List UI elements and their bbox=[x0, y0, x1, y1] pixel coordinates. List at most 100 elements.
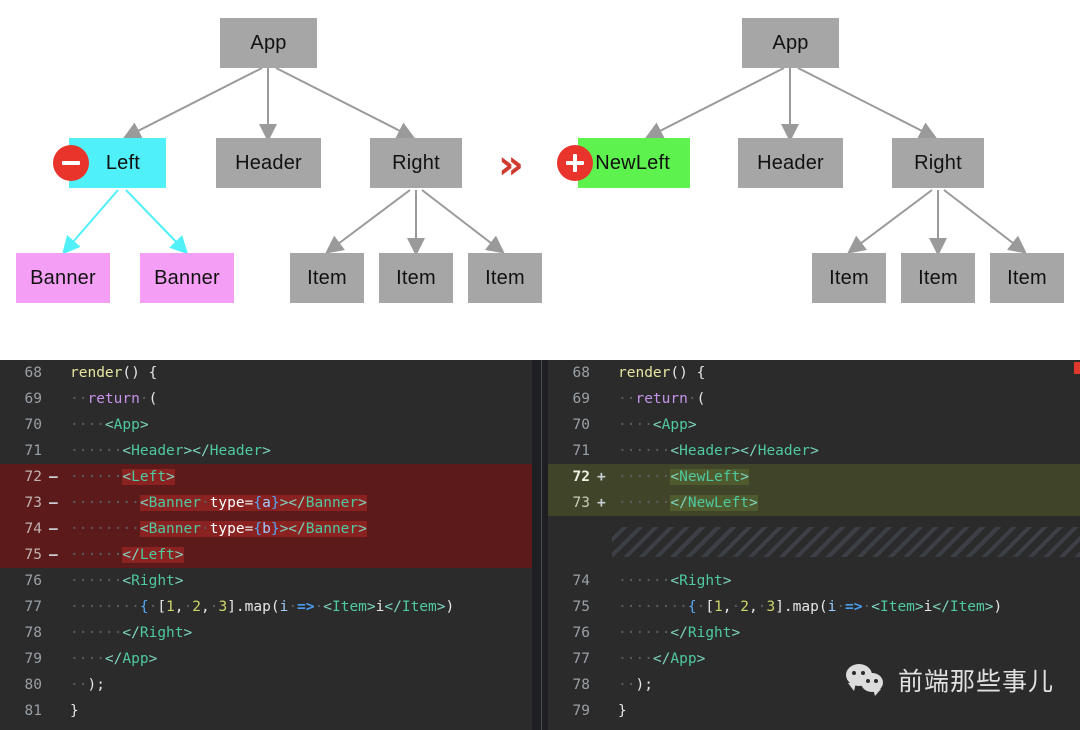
code-line[interactable]: 75 ········{·[1,·2,·3].map(i·=>·<Item>i<… bbox=[548, 594, 1080, 620]
code-lines-before: 68 render() { 69 ··return·( 70 ····<App>… bbox=[0, 360, 532, 724]
node-label: Item bbox=[918, 266, 958, 289]
wechat-bubble-small bbox=[860, 673, 883, 696]
code-line[interactable]: 70 ····<App> bbox=[548, 412, 1080, 438]
code-line[interactable]: 71 ······<Header></Header> bbox=[0, 438, 532, 464]
code-text: ······<Right> bbox=[70, 573, 184, 589]
tree-node-item-left-2[interactable]: Item bbox=[379, 253, 453, 303]
code-line-placeholder bbox=[548, 516, 1080, 568]
node-label: Item bbox=[485, 266, 525, 289]
code-line[interactable]: 71 ······<Header></Header> bbox=[548, 438, 1080, 464]
code-line[interactable]: 77 ········{·[1,·2,·3].map(i·=>·<Item>i<… bbox=[0, 594, 532, 620]
line-number: 75 bbox=[572, 599, 590, 615]
plus-badge-icon[interactable] bbox=[557, 145, 593, 181]
code-text: ··); bbox=[70, 677, 105, 693]
node-label: NewLeft bbox=[595, 151, 670, 174]
code-text: ······</Left> bbox=[70, 547, 184, 563]
pane-divider bbox=[532, 360, 548, 730]
tree-node-newleft[interactable]: NewLeft bbox=[578, 138, 690, 188]
node-label: Item bbox=[1007, 266, 1047, 289]
line-number: 73 bbox=[572, 495, 590, 511]
code-text: } bbox=[70, 703, 79, 719]
wechat-dot bbox=[851, 671, 856, 675]
code-line-added[interactable]: 72 + ······<NewLeft> bbox=[548, 464, 1080, 490]
line-number: 71 bbox=[24, 443, 42, 459]
line-number: 79 bbox=[24, 651, 42, 667]
tree-node-item-right-2[interactable]: Item bbox=[901, 253, 975, 303]
line-number: 75 bbox=[24, 547, 42, 563]
empty-diff-hatch bbox=[612, 527, 1080, 557]
diff-sign: – bbox=[49, 495, 58, 511]
diff-sign: + bbox=[597, 469, 606, 485]
wechat-logo-icon bbox=[845, 664, 888, 696]
code-text: } bbox=[618, 703, 627, 719]
code-line[interactable]: 79 ····</App> bbox=[0, 646, 532, 672]
code-text: ········{·[1,·2,·3].map(i·=>·<Item>i</It… bbox=[618, 599, 1003, 615]
tree-node-item-right-1[interactable]: Item bbox=[812, 253, 886, 303]
line-number: 74 bbox=[572, 573, 590, 589]
code-line-deleted[interactable]: 72 – ······<Left> bbox=[0, 464, 532, 490]
code-text: render() { bbox=[70, 365, 158, 381]
code-text: ····</App> bbox=[70, 651, 158, 667]
tree-node-right-left[interactable]: Right bbox=[370, 138, 462, 188]
node-label: App bbox=[772, 31, 809, 54]
screenshot-root: App Left Header Right Banner Banner Item… bbox=[0, 0, 1080, 730]
node-label: Right bbox=[914, 151, 962, 174]
node-label: Item bbox=[307, 266, 347, 289]
tree-node-app-left[interactable]: App bbox=[220, 18, 317, 68]
code-text: ········<Banner·type={a}></Banner> bbox=[70, 495, 367, 511]
diff-sign: – bbox=[49, 469, 58, 485]
line-number: 68 bbox=[24, 365, 42, 381]
code-line[interactable]: 68 render() { bbox=[548, 360, 1080, 386]
component-tree-diagram: App Left Header Right Banner Banner Item… bbox=[0, 0, 1080, 340]
code-text: ······</NewLeft> bbox=[618, 495, 758, 511]
code-text: ··return·( bbox=[618, 391, 706, 407]
diff-sign: – bbox=[49, 547, 58, 563]
line-number: 80 bbox=[24, 677, 42, 693]
code-line[interactable]: 74 ······<Right> bbox=[548, 568, 1080, 594]
plus-glyph-v bbox=[573, 154, 577, 172]
tree-node-item-left-3[interactable]: Item bbox=[468, 253, 542, 303]
code-text: ······<Header></Header> bbox=[618, 443, 819, 459]
watermark-text: 前端那些事儿 bbox=[897, 667, 1054, 696]
tree-node-item-right-3[interactable]: Item bbox=[990, 253, 1064, 303]
tree-node-header-right[interactable]: Header bbox=[738, 138, 843, 188]
line-number: 70 bbox=[24, 417, 42, 433]
code-line[interactable]: 69 ··return·( bbox=[548, 386, 1080, 412]
line-number: 68 bbox=[572, 365, 590, 381]
tree-node-header-left[interactable]: Header bbox=[216, 138, 321, 188]
node-label: Banner bbox=[154, 266, 220, 289]
code-line[interactable]: 69 ··return·( bbox=[0, 386, 532, 412]
wechat-dot bbox=[865, 679, 870, 683]
node-label: Header bbox=[235, 151, 302, 174]
code-text: render() { bbox=[618, 365, 706, 381]
tree-node-banner-2[interactable]: Banner bbox=[140, 253, 234, 303]
code-text: ······<Right> bbox=[618, 573, 732, 589]
code-text: ······</Right> bbox=[618, 625, 741, 641]
tree-node-right-right[interactable]: Right bbox=[892, 138, 984, 188]
code-line-added[interactable]: 73 + ······</NewLeft> bbox=[548, 490, 1080, 516]
code-line[interactable]: 81 } bbox=[0, 698, 532, 724]
code-line[interactable]: 76 ······</Right> bbox=[548, 620, 1080, 646]
code-text: ······<Left> bbox=[70, 469, 175, 485]
line-number: 77 bbox=[572, 651, 590, 667]
code-text: ······</Right> bbox=[70, 625, 193, 641]
code-line-deleted[interactable]: 75 – ······</Left> bbox=[0, 542, 532, 568]
code-text: ······<NewLeft> bbox=[618, 469, 749, 485]
line-number: 81 bbox=[24, 703, 42, 719]
code-line-deleted[interactable]: 73 – ········<Banner·type={a}></Banner> bbox=[0, 490, 532, 516]
line-number: 72 bbox=[24, 469, 42, 485]
code-line[interactable]: 68 render() { bbox=[0, 360, 532, 386]
line-number: 74 bbox=[24, 521, 42, 537]
tree-node-banner-1[interactable]: Banner bbox=[16, 253, 110, 303]
wechat-dot bbox=[873, 679, 878, 683]
tree-node-app-right[interactable]: App bbox=[742, 18, 839, 68]
minus-badge-icon[interactable] bbox=[53, 145, 89, 181]
code-line[interactable]: 80 ··); bbox=[0, 672, 532, 698]
code-line-deleted[interactable]: 74 – ········<Banner·type={b}></Banner> bbox=[0, 516, 532, 542]
code-line[interactable]: 76 ······<Right> bbox=[0, 568, 532, 594]
code-line[interactable]: 70 ····<App> bbox=[0, 412, 532, 438]
tree-node-item-left-1[interactable]: Item bbox=[290, 253, 364, 303]
code-line[interactable]: 79 } bbox=[548, 698, 1080, 724]
diff-pane-before[interactable]: 68 render() { 69 ··return·( 70 ····<App>… bbox=[0, 360, 532, 730]
code-line[interactable]: 78 ······</Right> bbox=[0, 620, 532, 646]
